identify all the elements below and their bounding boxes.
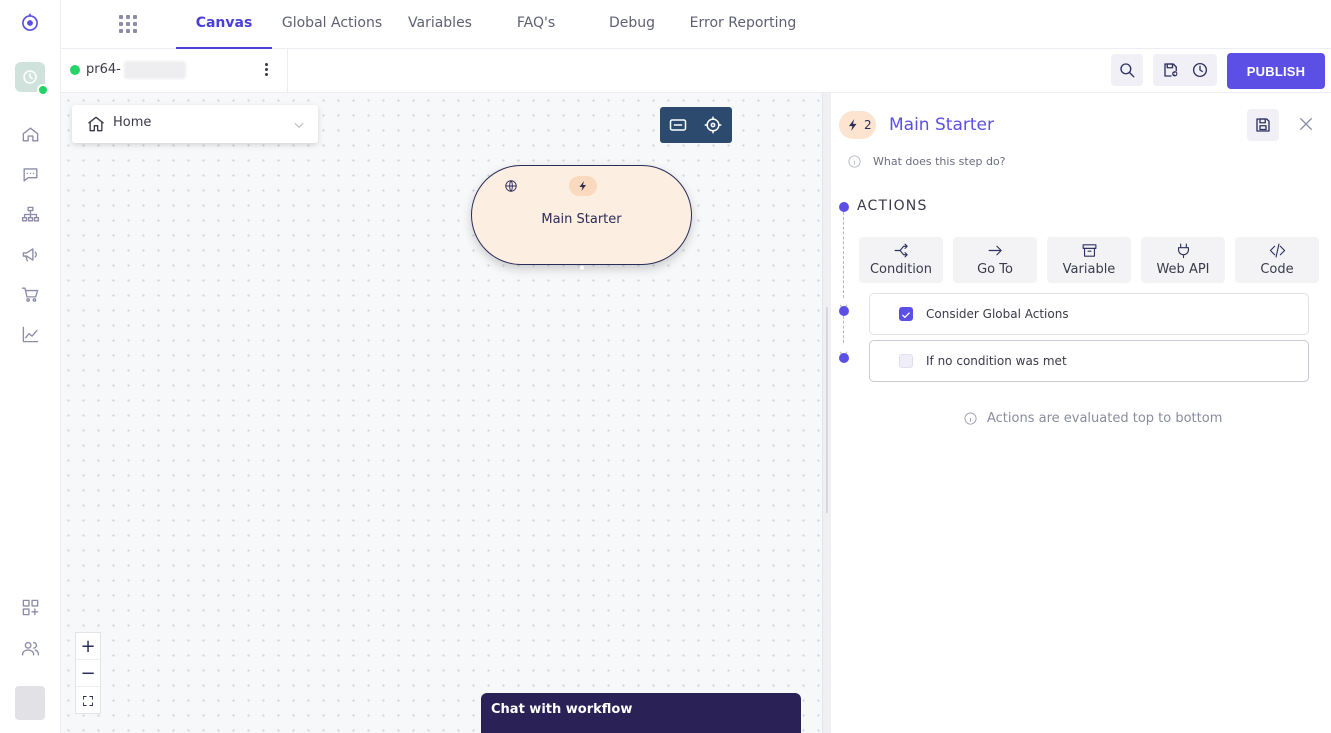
add-goto-button[interactable]: Go To [953, 237, 1037, 283]
publish-button[interactable]: PUBLISH [1227, 53, 1325, 89]
timeline-arrow-icon [839, 296, 848, 311]
global-actions-checkbox[interactable] [899, 307, 913, 321]
globe-icon [504, 178, 518, 192]
action-label: Code [1260, 262, 1294, 277]
more-options-icon[interactable] [265, 63, 269, 77]
clock-history-icon[interactable] [1191, 61, 1209, 79]
bot-name: pr64- [86, 62, 121, 77]
timeline-arrow-icon [839, 343, 848, 358]
archive-icon [1082, 244, 1096, 257]
flow-node-main-starter[interactable]: Main Starter [471, 165, 692, 265]
no-condition-checkbox[interactable] [899, 354, 913, 368]
chevron-down-icon [292, 117, 306, 131]
arrow-right-icon [988, 245, 1002, 256]
timeline-dot [839, 353, 849, 363]
tab-canvas[interactable]: Canvas [176, 0, 272, 49]
tab-error-reporting[interactable]: Error Reporting [689, 0, 797, 49]
flow-selector[interactable]: Home [72, 105, 318, 143]
step-help-text: What does this step do? [873, 155, 1006, 168]
bot-clock-icon [23, 70, 37, 84]
step-title[interactable]: Main Starter [889, 115, 994, 135]
apps-add-icon[interactable] [20, 597, 40, 617]
row-label: If no condition was met [926, 354, 1067, 368]
close-panel-button[interactable] [1297, 115, 1315, 133]
tab-variables[interactable]: Variables [399, 0, 481, 49]
chat-icon[interactable] [20, 164, 40, 184]
save-icon [1256, 118, 1270, 132]
megaphone-icon[interactable] [20, 244, 40, 264]
whatsapp-icon [70, 65, 80, 75]
fit-view-icon[interactable] [668, 115, 688, 135]
step-count: 2 [864, 118, 872, 132]
actions-heading: ACTIONS [857, 198, 928, 214]
add-code-button[interactable]: Code [1235, 237, 1319, 283]
cart-icon[interactable] [20, 284, 40, 304]
action-label: Go To [977, 262, 1013, 277]
zoom-in-icon[interactable]: + [76, 633, 100, 660]
bot-name-redacted [124, 61, 186, 79]
add-web-api-button[interactable]: Web API [1141, 237, 1225, 283]
chat-with-workflow-bar[interactable]: Chat with workflow [481, 693, 801, 733]
plug-icon [1177, 243, 1189, 259]
action-label: Web API [1156, 262, 1210, 277]
bolt-icon [848, 119, 857, 131]
user-avatar[interactable] [15, 686, 45, 720]
history-tools [1153, 54, 1217, 86]
search-button[interactable] [1111, 54, 1143, 86]
app-logo-icon[interactable] [20, 13, 40, 33]
users-icon[interactable] [20, 638, 40, 658]
code-icon [1269, 243, 1285, 258]
add-condition-button[interactable]: Condition [859, 237, 943, 283]
row-label: Consider Global Actions [926, 307, 1069, 321]
app-root: Canvas Global Actions Variables FAQ's De… [0, 0, 1331, 733]
add-variable-button[interactable]: Variable [1047, 237, 1131, 283]
home-outline-icon [86, 114, 106, 134]
left-rail [0, 0, 61, 733]
tab-debug[interactable]: Debug [597, 0, 667, 49]
bot-avatar[interactable] [15, 62, 49, 96]
timeline-line [843, 212, 844, 298]
condition-icon [894, 243, 908, 258]
step-help[interactable]: What does this step do? [847, 154, 1006, 169]
zoom-controls: + − [75, 632, 101, 714]
save-export-icon[interactable] [1162, 61, 1180, 79]
timeline-line [843, 316, 844, 343]
whatsapp-badge-icon [37, 84, 49, 96]
info-icon [848, 155, 861, 168]
hierarchy-icon[interactable] [20, 204, 40, 224]
checkmark-icon [902, 312, 910, 319]
top-nav: Canvas Global Actions Variables FAQ's De… [61, 0, 1331, 49]
no-condition-row[interactable]: If no condition was met [869, 340, 1309, 382]
flow-canvas[interactable]: Home Main Starter + − Chat with workflow [61, 93, 822, 733]
canvas-tools [660, 107, 732, 143]
fullscreen-icon[interactable] [76, 687, 100, 714]
search-icon [1120, 63, 1135, 78]
action-label: Condition [869, 262, 933, 277]
flow-selector-value: Home [113, 115, 152, 130]
panel-resize-handle[interactable] [822, 93, 831, 733]
home-icon[interactable] [20, 124, 40, 144]
sub-toolbar: pr64- PUBLISH [61, 49, 1331, 93]
action-label: Variable [1062, 262, 1116, 277]
tab-faqs[interactable]: FAQ's [501, 0, 571, 49]
close-icon [1300, 118, 1312, 130]
analytics-icon[interactable] [20, 324, 40, 344]
trigger-bolt-icon [569, 176, 597, 196]
app-grid-icon[interactable] [118, 14, 138, 34]
timeline-dot [839, 306, 849, 316]
node-title: Main Starter [541, 212, 622, 227]
bot-selector[interactable]: pr64- [61, 49, 288, 93]
global-actions-row[interactable]: Consider Global Actions [869, 293, 1309, 335]
info-icon [964, 412, 977, 425]
evaluation-note: Actions are evaluated top to bottom [963, 411, 1222, 426]
step-details-panel: 2 Main Starter What does this step do? A… [831, 93, 1331, 733]
timeline-dot [839, 202, 849, 212]
evaluation-note-text: Actions are evaluated top to bottom [987, 411, 1223, 426]
recenter-crosshair-icon[interactable] [703, 115, 723, 135]
tab-global-actions[interactable]: Global Actions [279, 0, 385, 49]
node-output-port[interactable] [579, 265, 585, 271]
step-badge: 2 [839, 111, 876, 139]
zoom-out-icon[interactable]: − [76, 660, 100, 687]
save-step-button[interactable] [1247, 109, 1279, 141]
